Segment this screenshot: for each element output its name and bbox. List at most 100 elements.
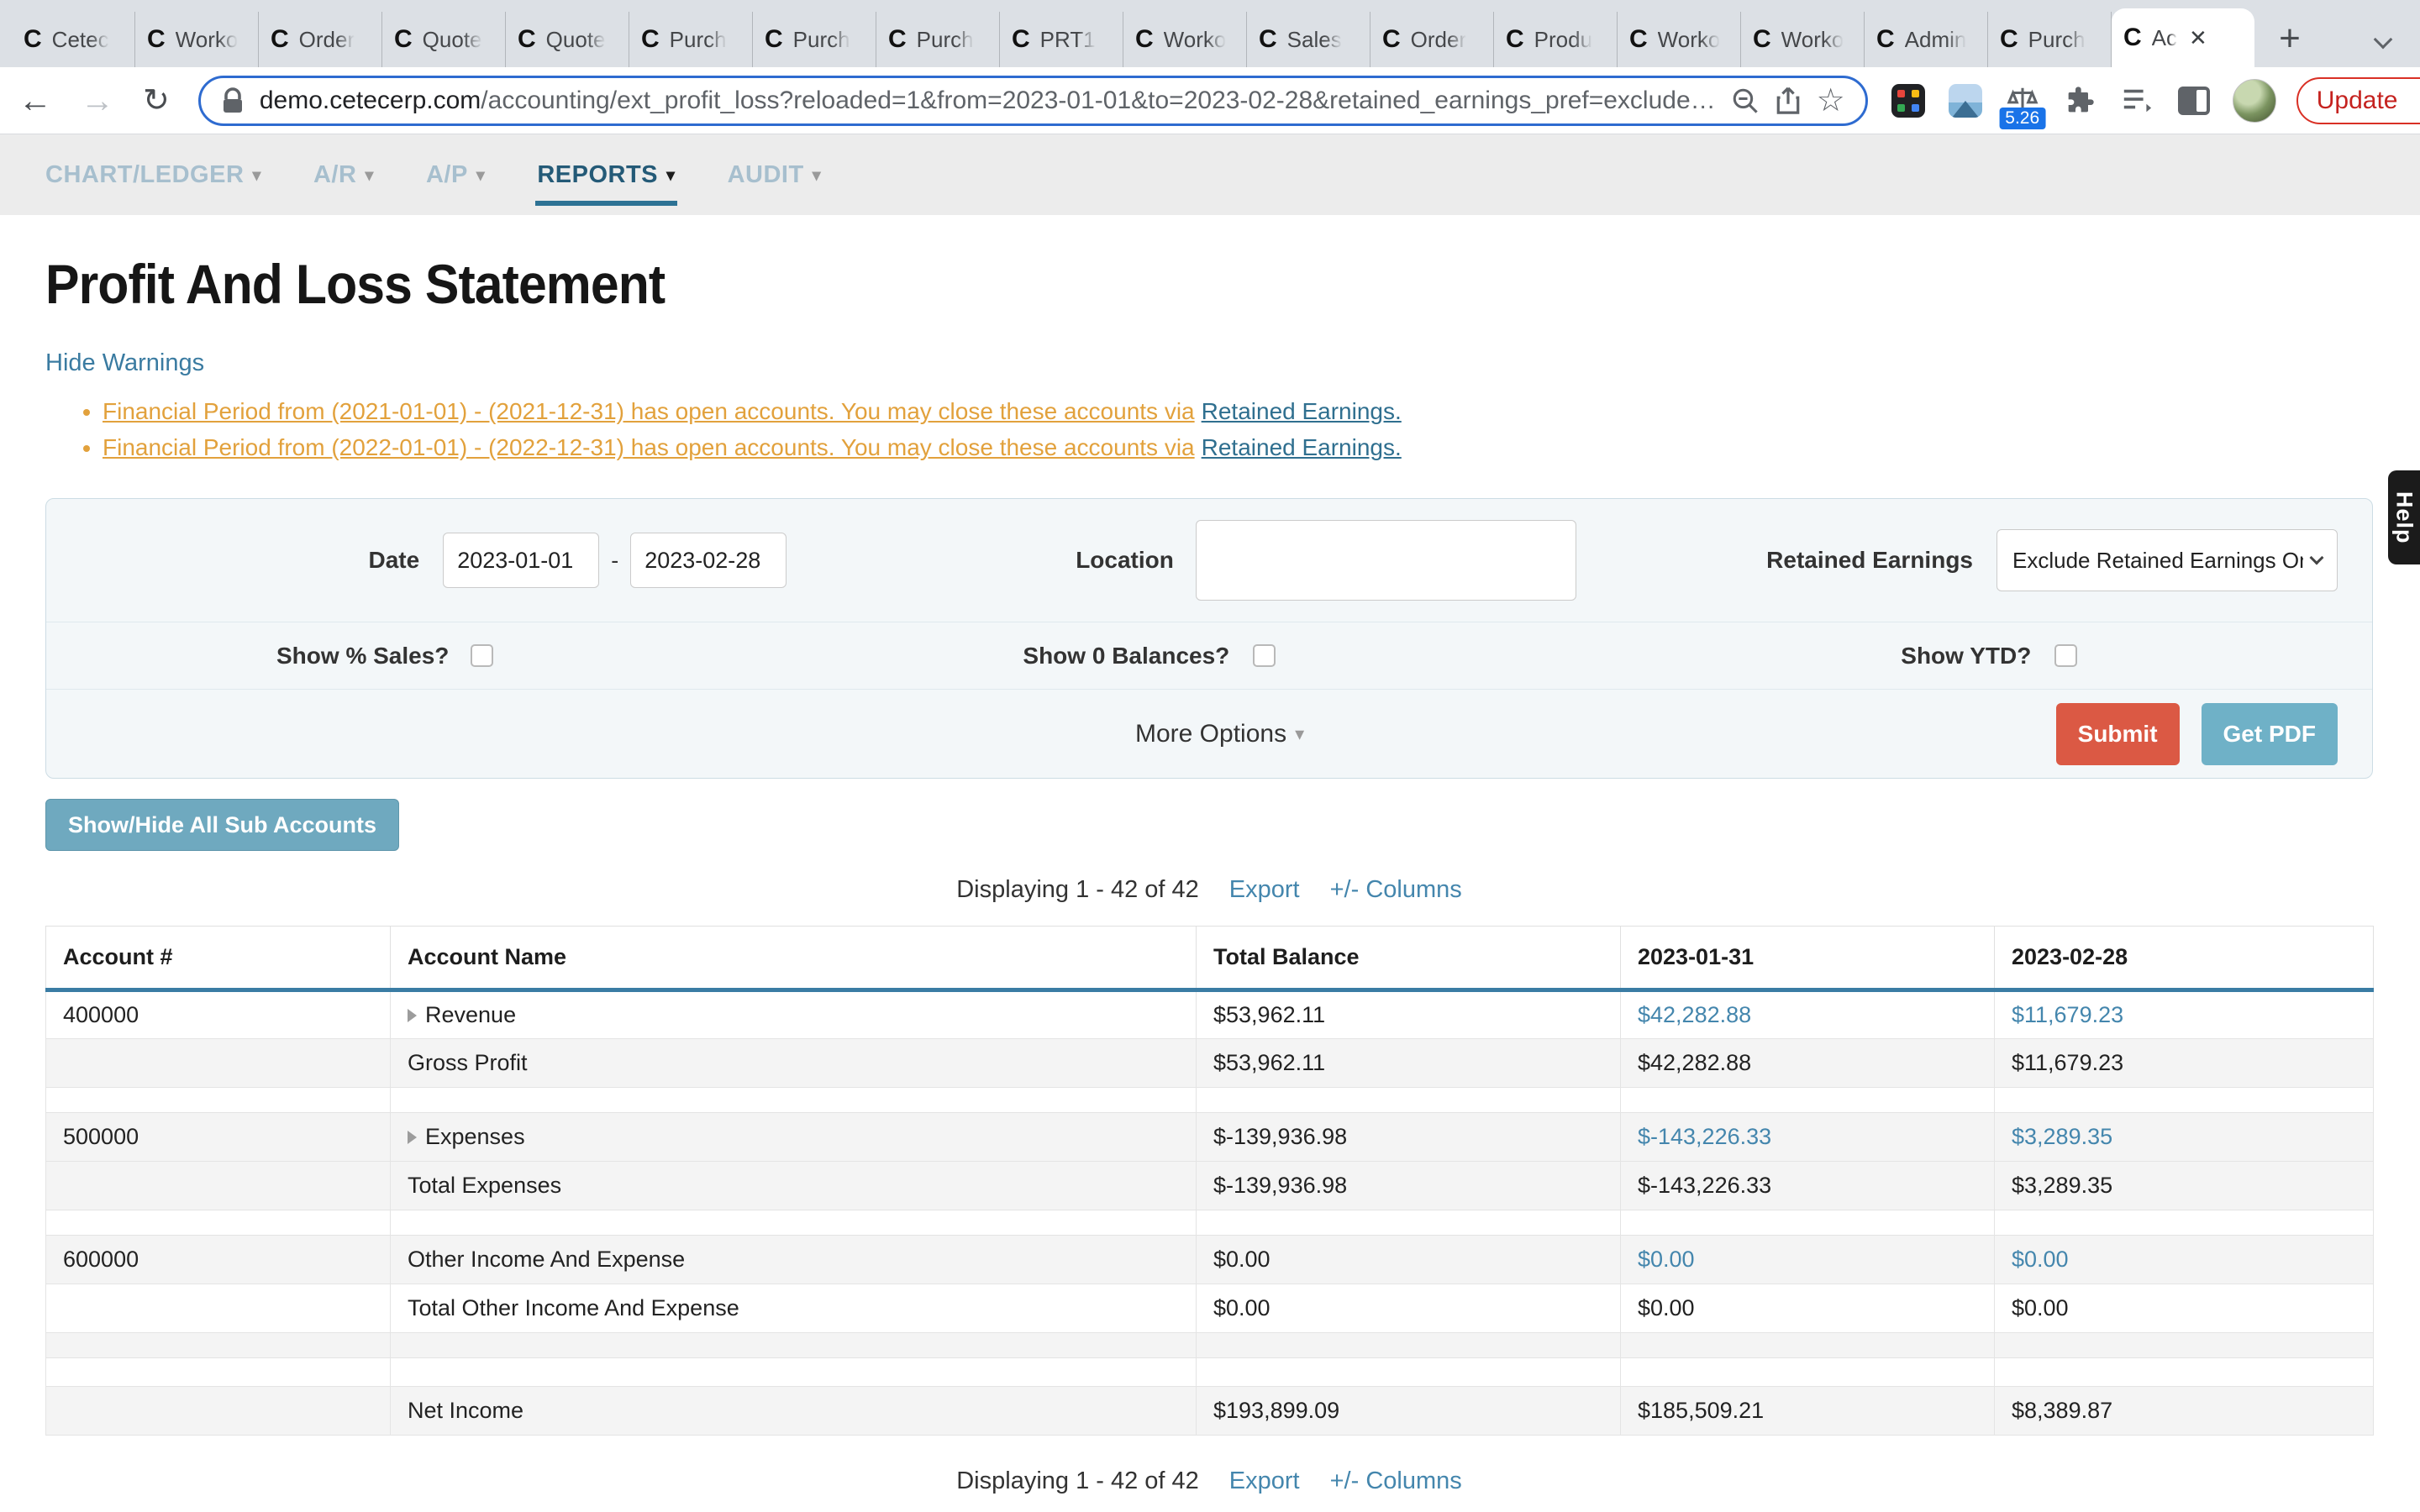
extension-dark-icon[interactable] — [1890, 82, 1927, 119]
browser-tab[interactable]: CSales — [1247, 12, 1370, 67]
warning-link[interactable]: Financial Period from (2022-01-01) - (20… — [103, 434, 1195, 460]
nav-audit[interactable]: AUDIT ▾ — [728, 161, 822, 189]
columns-link[interactable]: +/- Columns — [1330, 876, 1462, 904]
show-sales-checkbox[interactable] — [471, 644, 493, 667]
browser-tab[interactable]: COrder — [1370, 12, 1494, 67]
tab-title: Worko — [176, 27, 239, 53]
retained-earnings-value: Exclude Retained Earnings On 'A — [2012, 548, 2303, 574]
column-header-total-balance[interactable]: Total Balance — [1197, 927, 1621, 990]
browser-menu-dots-icon[interactable]: ⋮ — [2409, 85, 2420, 117]
total-balance-cell: $0.00 — [1197, 1284, 1621, 1333]
cetec-favicon-icon: C — [765, 27, 783, 52]
date-to-input[interactable] — [630, 533, 786, 588]
browser-tab-active[interactable]: C Ac ✕ — [2112, 8, 2254, 67]
extension-image-icon[interactable] — [1947, 82, 1984, 119]
browser-tab[interactable]: COrder — [259, 12, 382, 67]
nav-chart-ledger[interactable]: CHART/LEDGER▾ — [45, 161, 261, 189]
nav-ar[interactable]: A/R▾ — [313, 161, 374, 189]
period2-link[interactable]: $3,289.35 — [2012, 1124, 2112, 1149]
account-name-cell: Other Income And Expense — [391, 1236, 1197, 1284]
page-content: Profit And Loss Statement Hide Warnings … — [0, 252, 2420, 1495]
tab-title: Purch — [670, 27, 727, 53]
tab-close-icon[interactable]: ✕ — [2189, 25, 2207, 51]
warning-link[interactable]: Financial Period from (2021-01-01) - (20… — [103, 398, 1195, 424]
period2-cell: $3,289.35 — [1995, 1113, 2374, 1162]
retained-earnings-link[interactable]: Retained Earnings. — [1202, 434, 1402, 460]
nav-ap[interactable]: A/P▾ — [426, 161, 485, 189]
total-balance-cell: $0.00 — [1197, 1236, 1621, 1284]
column-header-period1[interactable]: 2023-01-31 — [1621, 927, 1995, 990]
extension-scale-icon[interactable]: 5.26 — [2004, 82, 2041, 119]
browser-tab[interactable]: CProdu — [1494, 12, 1618, 67]
browser-tab[interactable]: CWorko — [135, 12, 259, 67]
side-panel-icon[interactable] — [2175, 82, 2212, 119]
columns-link[interactable]: +/- Columns — [1330, 1467, 1462, 1495]
browser-tab[interactable]: CWorko — [1618, 12, 1741, 67]
tab-title: Purch — [917, 27, 974, 53]
forward-button[interactable]: → — [81, 84, 114, 118]
column-header-period2[interactable]: 2023-02-28 — [1995, 927, 2374, 990]
total-balance-cell: $193,899.09 — [1197, 1387, 1621, 1436]
browser-tab[interactable]: CWorko — [1123, 12, 1247, 67]
period1-link[interactable]: $-143,226.33 — [1638, 1124, 1771, 1149]
browser-tab[interactable]: CPurch — [629, 12, 753, 67]
subaccounts-toggle-button[interactable]: Show/Hide All Sub Accounts — [45, 799, 399, 851]
browser-tab[interactable]: CPurch — [753, 12, 876, 67]
location-input[interactable] — [1196, 520, 1576, 601]
total-balance-cell: $-139,936.98 — [1197, 1113, 1621, 1162]
account-name[interactable]: Expenses — [425, 1124, 525, 1149]
reload-button[interactable]: ↻ — [143, 85, 170, 117]
export-link[interactable]: Export — [1229, 876, 1300, 904]
show-zero-balances-checkbox[interactable] — [1253, 644, 1276, 667]
table-row-other-income: 600000 Other Income And Expense $0.00 $0… — [46, 1236, 2374, 1284]
expand-arrow-icon[interactable] — [408, 1009, 417, 1022]
update-button[interactable]: Update ⋮ — [2296, 77, 2420, 124]
column-header-account-name[interactable]: Account Name — [391, 927, 1197, 990]
browser-tab[interactable]: CQuote — [382, 12, 506, 67]
profile-avatar[interactable] — [2233, 79, 2276, 123]
tab-search-chevron-icon[interactable] — [2376, 33, 2390, 50]
browser-tab[interactable]: CWorko — [1741, 12, 1865, 67]
caret-down-icon: ▾ — [813, 165, 822, 186]
browser-tab[interactable]: CPRT1 — [1000, 12, 1123, 67]
retained-earnings-select[interactable]: Exclude Retained Earnings On 'A — [1996, 529, 2338, 591]
new-tab-button[interactable]: + — [2266, 15, 2313, 62]
extensions-puzzle-icon[interactable] — [2061, 82, 2098, 119]
cetec-favicon-icon: C — [1012, 27, 1030, 52]
period2-link[interactable]: $11,679.23 — [2012, 1002, 2123, 1027]
period2-link[interactable]: $0.00 — [2012, 1247, 2069, 1272]
retained-earnings-link[interactable]: Retained Earnings. — [1202, 398, 1402, 424]
share-icon[interactable] — [1775, 87, 1802, 115]
browser-tab[interactable]: CPurch — [876, 12, 1000, 67]
back-button[interactable]: ← — [18, 84, 52, 118]
show-ytd-checkbox[interactable] — [2054, 644, 2077, 667]
browser-tab[interactable]: CQuote — [506, 12, 629, 67]
expand-arrow-icon[interactable] — [408, 1131, 417, 1144]
help-tab[interactable]: Help — [2388, 470, 2420, 564]
account-name[interactable]: Revenue — [425, 1002, 516, 1027]
browser-tab[interactable]: CPurch — [1988, 12, 2112, 67]
period1-cell: $0.00 — [1621, 1236, 1995, 1284]
url-text[interactable]: demo.cetecerp.com/accounting/ext_profit_… — [260, 87, 1716, 115]
nav-label: AUDIT — [728, 161, 804, 189]
reading-list-icon[interactable] — [2118, 82, 2155, 119]
submit-button[interactable]: Submit — [2056, 703, 2180, 765]
period1-link[interactable]: $42,282.88 — [1638, 1002, 1751, 1027]
warning-item: Financial Period from (2022-01-01) - (20… — [103, 432, 2375, 463]
address-bar[interactable]: demo.cetecerp.com/accounting/ext_profit_… — [198, 76, 1868, 126]
hide-warnings-link[interactable]: Hide Warnings — [45, 349, 204, 377]
period1-link[interactable]: $0.00 — [1638, 1247, 1695, 1272]
account-name-cell: Net Income — [391, 1387, 1197, 1436]
zoom-out-icon[interactable] — [1731, 87, 1760, 115]
cetec-favicon-icon: C — [2123, 25, 2142, 50]
accounting-nav-bar: CHART/LEDGER▾ A/R▾ A/P▾ REPORTS▾ AUDIT ▾ — [0, 134, 2420, 215]
browser-tab[interactable]: CCetec — [12, 12, 135, 67]
nav-reports[interactable]: REPORTS▾ — [537, 161, 675, 189]
bookmark-star-icon[interactable]: ☆ — [1817, 85, 1845, 117]
date-from-input[interactable] — [443, 533, 599, 588]
browser-tab[interactable]: CAdmin — [1865, 12, 1988, 67]
get-pdf-button[interactable]: Get PDF — [2202, 703, 2338, 765]
export-link[interactable]: Export — [1229, 1467, 1300, 1495]
column-header-account-number[interactable]: Account # — [46, 927, 391, 990]
more-options-link[interactable]: More Options▾ — [1135, 720, 1304, 748]
